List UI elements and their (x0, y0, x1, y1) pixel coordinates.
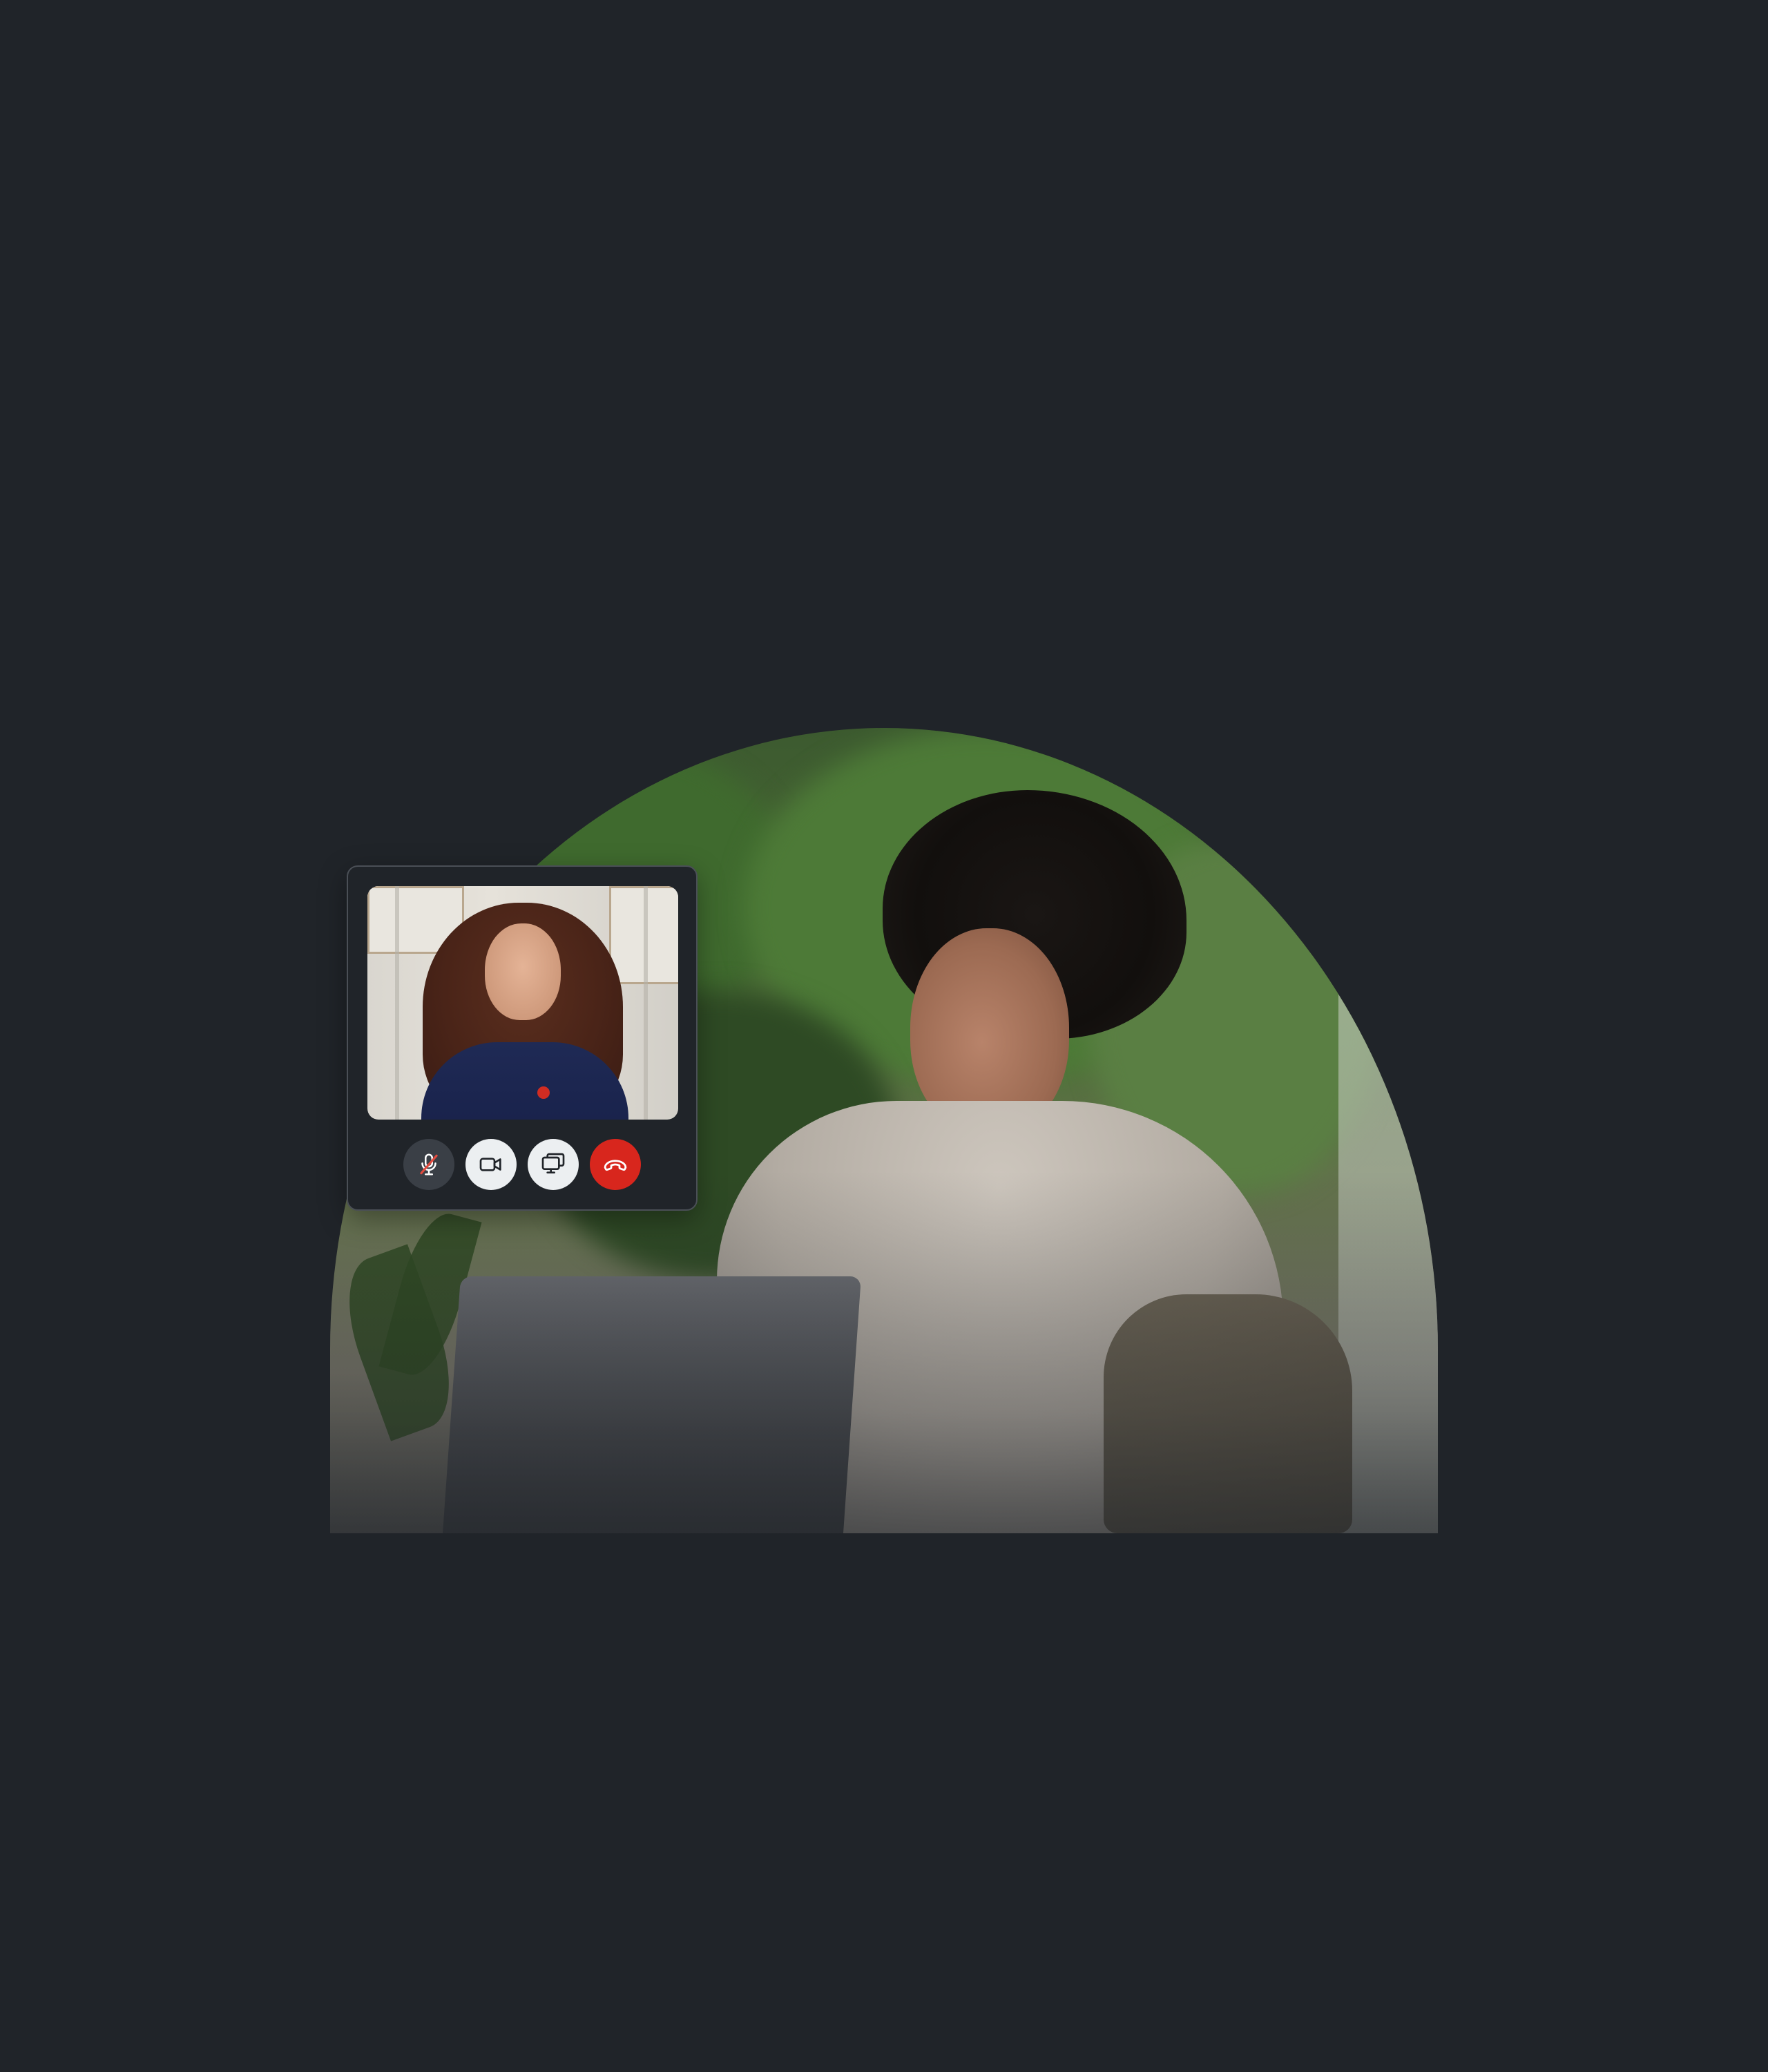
end-call-button[interactable] (590, 1139, 641, 1190)
microphone-muted-icon (420, 1153, 438, 1176)
screen-share-icon (541, 1153, 565, 1173)
video-button[interactable] (465, 1139, 517, 1190)
agent-video-tile (367, 886, 678, 1120)
wall-panel (644, 886, 648, 1120)
agent-face (485, 923, 561, 1020)
screen-share-button[interactable] (528, 1139, 579, 1190)
video-call-card (347, 865, 698, 1211)
agent-badge (537, 1086, 550, 1099)
video-camera-icon (479, 1158, 501, 1171)
call-controls (348, 1139, 696, 1190)
wall-panel (395, 886, 399, 1120)
page (0, 0, 1768, 2072)
phone-hangup-icon (604, 1160, 627, 1171)
mute-button[interactable] (403, 1139, 454, 1190)
